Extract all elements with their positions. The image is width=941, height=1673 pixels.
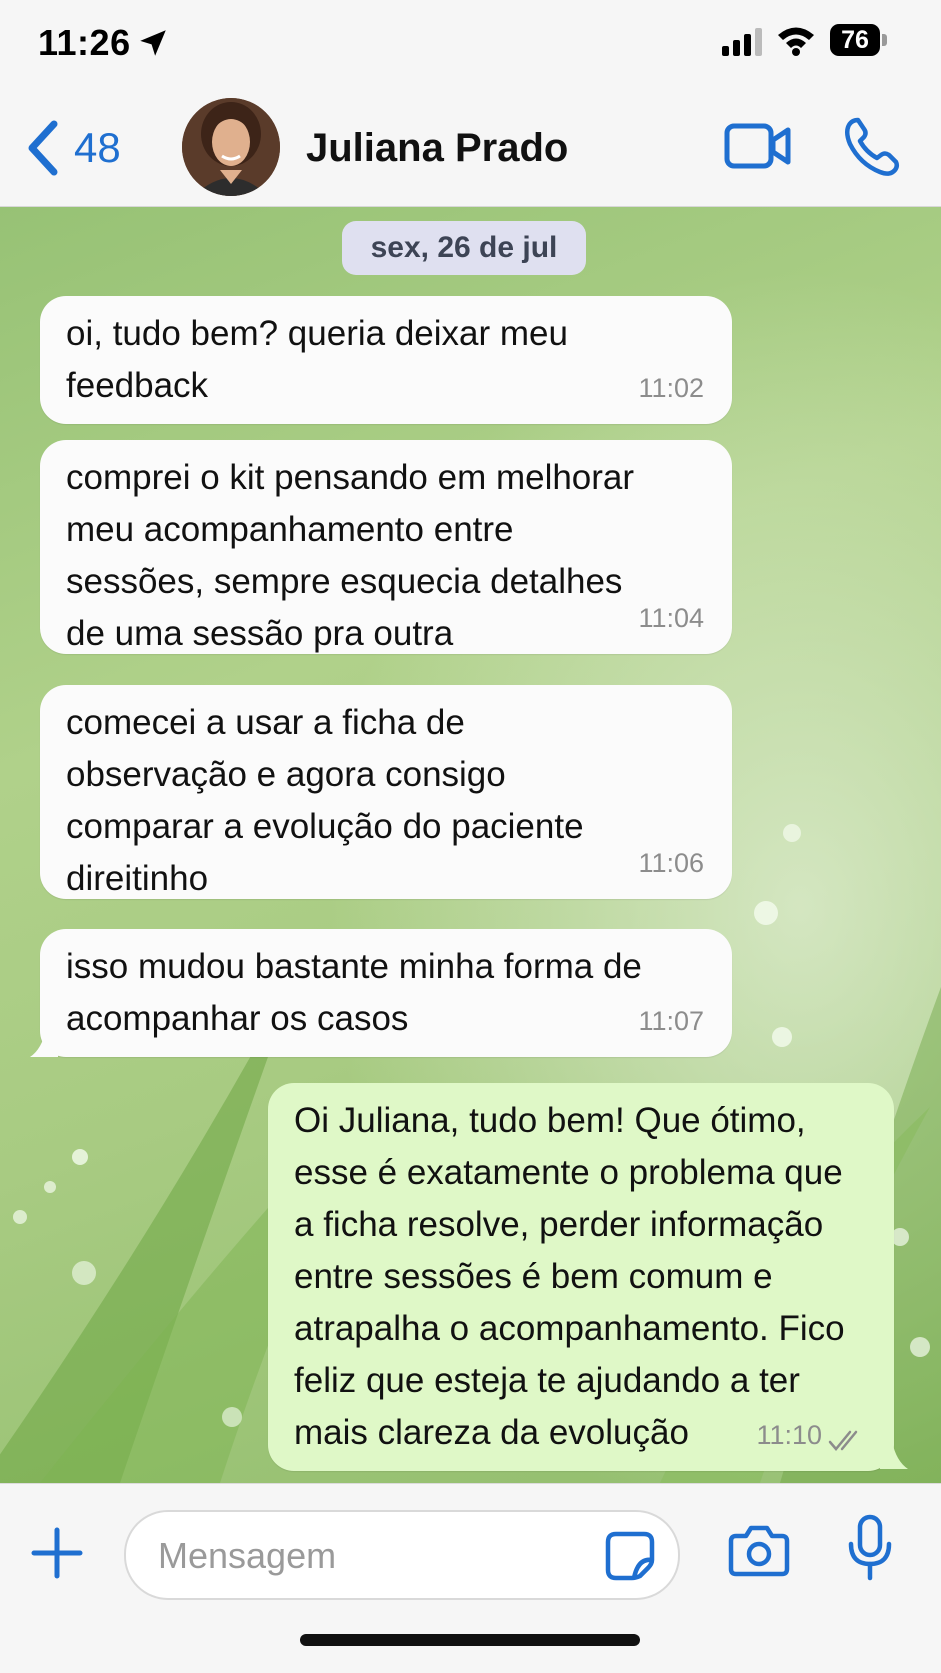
message-bubble-incoming[interactable]: oi, tudo bem? queria deixar meu feedback… bbox=[40, 296, 732, 424]
message-text: Oi Juliana, tudo bem! Que ótimo, esse é … bbox=[294, 1101, 845, 1452]
message-time: 11:07 bbox=[638, 1006, 704, 1036]
date-separator: sex, 26 de jul bbox=[342, 221, 586, 275]
message-input-container[interactable] bbox=[124, 1510, 680, 1600]
battery-indicator: 76 bbox=[830, 24, 888, 56]
message-time: 11:10 bbox=[756, 1420, 822, 1450]
bubble-tail bbox=[880, 1441, 908, 1469]
battery-level: 76 bbox=[830, 24, 880, 56]
status-bar: 11:26 76 bbox=[0, 0, 941, 88]
phone-icon[interactable] bbox=[844, 116, 900, 176]
avatar[interactable] bbox=[182, 98, 280, 196]
chat-header: 48 Juliana Prado bbox=[0, 88, 941, 207]
microphone-icon[interactable] bbox=[846, 1514, 894, 1582]
unread-count: 48 bbox=[74, 124, 121, 171]
chat-area[interactable]: sex, 26 de jul oi, tudo bem? queria deix… bbox=[0, 207, 941, 1483]
message-text: comprei o kit pensando em melhorar meu a… bbox=[66, 458, 635, 653]
back-chevron-icon bbox=[28, 120, 58, 176]
message-text: isso mudou bastante minha forma de acomp… bbox=[66, 947, 642, 1038]
message-time: 11:06 bbox=[638, 848, 704, 878]
message-text: oi, tudo bem? queria deixar meu feedback bbox=[66, 314, 568, 405]
message-time: 11:02 bbox=[638, 373, 704, 403]
status-time: 11:26 bbox=[38, 22, 131, 63]
plus-icon[interactable] bbox=[30, 1526, 84, 1580]
message-text: comecei a usar a ficha de observação e a… bbox=[66, 703, 584, 898]
video-call-icon[interactable] bbox=[724, 120, 792, 172]
signal-icon bbox=[722, 28, 762, 56]
message-input[interactable] bbox=[156, 1512, 600, 1600]
message-bubble-outgoing[interactable]: Oi Juliana, tudo bem! Que ótimo, esse é … bbox=[268, 1083, 894, 1471]
sticker-icon[interactable] bbox=[604, 1530, 656, 1582]
bubble-tail bbox=[30, 1029, 58, 1057]
camera-icon[interactable] bbox=[728, 1522, 790, 1578]
message-bubble-incoming[interactable]: isso mudou bastante minha forma de acomp… bbox=[40, 929, 732, 1057]
avatar-photo bbox=[182, 98, 280, 196]
wifi-icon bbox=[778, 27, 814, 56]
message-bubble-incoming[interactable]: comprei o kit pensando em melhorar meu a… bbox=[40, 440, 732, 654]
message-composer bbox=[0, 1483, 941, 1673]
contact-name[interactable]: Juliana Prado bbox=[306, 126, 568, 171]
home-indicator bbox=[300, 1634, 640, 1646]
message-time: 11:04 bbox=[638, 603, 704, 633]
message-bubble-incoming[interactable]: comecei a usar a ficha de observação e a… bbox=[40, 685, 732, 899]
double-check-icon bbox=[828, 1430, 858, 1451]
back-button[interactable]: 48 bbox=[24, 116, 121, 180]
location-arrow-icon bbox=[140, 30, 166, 56]
